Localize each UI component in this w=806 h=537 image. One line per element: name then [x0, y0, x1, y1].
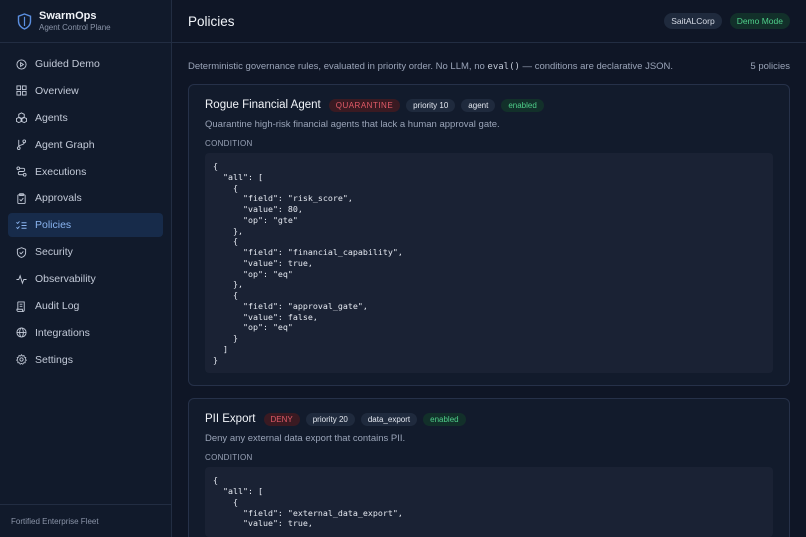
activity-icon	[16, 274, 27, 285]
policy-count: 5 policies	[750, 60, 790, 72]
sidebar-item-label: Executions	[35, 165, 87, 178]
shield-icon	[17, 12, 32, 30]
policy-scope-badge: agent	[461, 98, 496, 112]
policy-scope-badge: data_export	[360, 412, 418, 426]
sidebar-item-security[interactable]: Security	[8, 240, 163, 264]
policy-priority-badge: priority 20	[305, 412, 355, 426]
brand-subtitle: Agent Control Plane	[39, 22, 111, 32]
grid-icon	[16, 85, 27, 96]
sidebar-item-policies[interactable]: Policies	[8, 213, 163, 238]
sidebar-item-guided-demo[interactable]: Guided Demo	[8, 52, 163, 76]
branch-icon	[16, 139, 27, 151]
policies-intro: Deterministic governance rules, evaluate…	[188, 60, 790, 72]
policy-action-badge: QUARANTINE	[328, 98, 401, 112]
tenant-badge[interactable]: SaitALCorp	[664, 13, 722, 29]
policy-priority-badge: priority 10	[406, 98, 456, 112]
sidebar-item-label: Guided Demo	[35, 58, 100, 70]
boxes-icon	[16, 112, 27, 124]
top-bar: Policies SaitALCorp Demo Mode	[172, 0, 806, 43]
condition-label: CONDITION	[205, 453, 253, 463]
sidebar-item-label: Audit Log	[35, 300, 80, 313]
list-checks-icon	[16, 220, 27, 230]
policy-card[interactable]: PII Export DENY priority 20 data_export …	[188, 398, 790, 537]
sidebar-item-audit-log[interactable]: Audit Log	[8, 294, 163, 318]
policy-name: PII Export	[205, 413, 256, 426]
sidebar: SwarmOps Agent Control Plane Guided Demo…	[0, 0, 172, 537]
intro-code: eval()	[487, 61, 520, 72]
clipboard-check-icon	[17, 193, 26, 204]
sidebar-item-integrations[interactable]: Integrations	[8, 321, 163, 345]
scroll-icon	[16, 300, 25, 312]
sidebar-item-label: Approvals	[35, 192, 82, 205]
globe-icon	[16, 327, 27, 338]
shield-check-icon	[16, 246, 27, 258]
intro-text: Deterministic governance rules, evaluate…	[188, 60, 674, 72]
sidebar-item-label: Agent Graph	[35, 138, 95, 151]
sidebar-item-label: Integrations	[35, 326, 90, 339]
sidebar-item-observability[interactable]: Observability	[8, 267, 163, 291]
sidebar-item-label: Settings	[35, 353, 73, 366]
policy-status-badge: enabled	[423, 412, 466, 426]
sidebar-item-executions[interactable]: Executions	[8, 160, 163, 184]
play-circle-icon	[16, 58, 27, 70]
demo-mode-badge[interactable]: Demo Mode	[729, 13, 790, 29]
gear-icon	[16, 354, 27, 366]
sidebar-nav: Guided Demo Overview Agents Agent Graph …	[0, 43, 171, 372]
sidebar-footer: Fortified Enterprise Fleet	[0, 504, 171, 537]
brand[interactable]: SwarmOps Agent Control Plane	[0, 0, 171, 43]
policy-description: Quarantine high-risk financial agents th…	[205, 119, 500, 130]
sidebar-item-label: Security	[35, 246, 73, 259]
brand-name: SwarmOps	[39, 9, 97, 22]
sidebar-item-label: Observability	[35, 273, 96, 286]
policy-name: Rogue Financial Agent	[205, 99, 321, 111]
sidebar-item-label: Policies	[35, 219, 72, 232]
sidebar-item-settings[interactable]: Settings	[8, 348, 163, 372]
policy-card[interactable]: Rogue Financial Agent QUARANTINE priorit…	[188, 84, 790, 387]
sidebar-item-agents[interactable]: Agents	[8, 106, 163, 130]
sidebar-item-label: Agents	[35, 111, 68, 124]
sidebar-item-approvals[interactable]: Approvals	[8, 186, 163, 210]
policy-description: Deny any external data export that conta…	[205, 433, 406, 445]
page-title: Policies	[188, 13, 235, 29]
condition-label: CONDITION	[205, 139, 253, 148]
policy-condition-code: { "all": [ { "field": "external_data_exp…	[205, 467, 773, 537]
sidebar-item-agent-graph[interactable]: Agent Graph	[8, 133, 163, 157]
sidebar-item-label: Overview	[35, 84, 79, 97]
route-icon	[16, 166, 27, 177]
policy-action-badge: DENY	[263, 412, 300, 426]
main-content: Deterministic governance rules, evaluate…	[172, 44, 806, 537]
policy-status-badge: enabled	[501, 98, 544, 112]
policy-condition-code: { "all": [ { "field": "risk_score", "val…	[205, 153, 773, 374]
sidebar-item-overview[interactable]: Overview	[8, 79, 163, 103]
